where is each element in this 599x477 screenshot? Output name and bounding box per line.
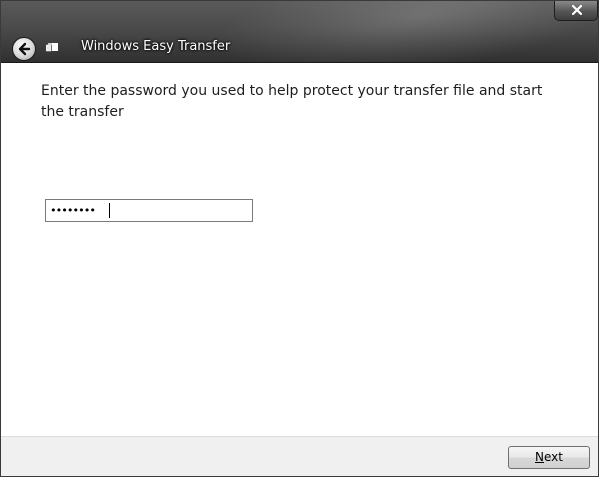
close-icon [572, 5, 582, 15]
instruction-text: Enter the password you used to help prot… [41, 83, 543, 120]
windows-easy-transfer-icon [46, 43, 58, 52]
password-field[interactable] [45, 199, 253, 222]
title-bar: Windows Easy Transfer [1, 1, 598, 100]
window-title: Windows Easy Transfer [81, 39, 231, 54]
footer-bar: Next [1, 436, 598, 476]
back-button[interactable] [12, 37, 36, 61]
next-label-rest: ext [544, 450, 563, 464]
next-button[interactable]: Next [508, 446, 590, 469]
content-area: Enter the password you used to help prot… [1, 63, 598, 436]
easy-transfer-window: Windows Easy Transfer Enter the password… [0, 0, 599, 477]
back-arrow-icon [18, 42, 31, 56]
next-mnemonic: N [535, 450, 544, 464]
close-button[interactable] [554, 1, 598, 21]
text-caret [109, 203, 110, 218]
